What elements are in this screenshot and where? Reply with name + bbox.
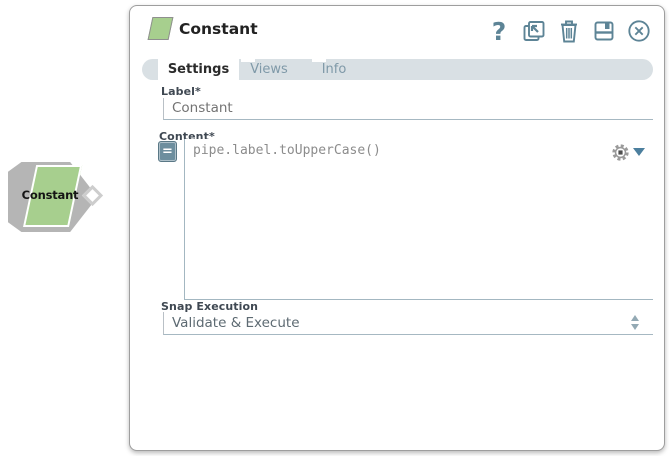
snap-node-constant[interactable]: Constant [6,160,106,236]
select-spinner-icon [631,315,639,330]
dialog-title: Constant [179,20,258,38]
dialog-toolbar: ? [487,17,651,45]
snaplogic-canvas: Constant Constant ? [0,0,669,456]
snap-execution-value: Validate & Execute [172,315,300,331]
dialog-header: Constant ? [130,6,664,54]
snap-type-icon [148,17,174,40]
label-input[interactable] [163,98,653,120]
snap-settings-dialog: Constant ? [129,5,665,451]
snap-node-label: Constant [6,188,94,202]
content-options-dropdown[interactable] [611,142,649,162]
content-expression-input[interactable]: pipe.label.toUpperCase() [184,139,653,300]
save-icon[interactable] [592,18,616,44]
tab-info[interactable]: Info [304,59,364,80]
snap-execution-select[interactable]: Validate & Execute [163,312,653,335]
gear-icon [611,143,630,162]
help-icon[interactable]: ? [487,18,511,44]
popout-icon[interactable] [522,18,546,44]
chevron-down-icon [633,148,645,156]
tab-bar: Settings Views Info [142,59,653,80]
trash-icon[interactable] [557,18,581,44]
tab-views[interactable]: Views [239,59,299,80]
tab-settings[interactable]: Settings [158,59,239,80]
close-icon[interactable] [627,18,651,44]
expression-toggle-button[interactable]: = [158,141,177,162]
label-field-label: Label* [161,85,201,98]
